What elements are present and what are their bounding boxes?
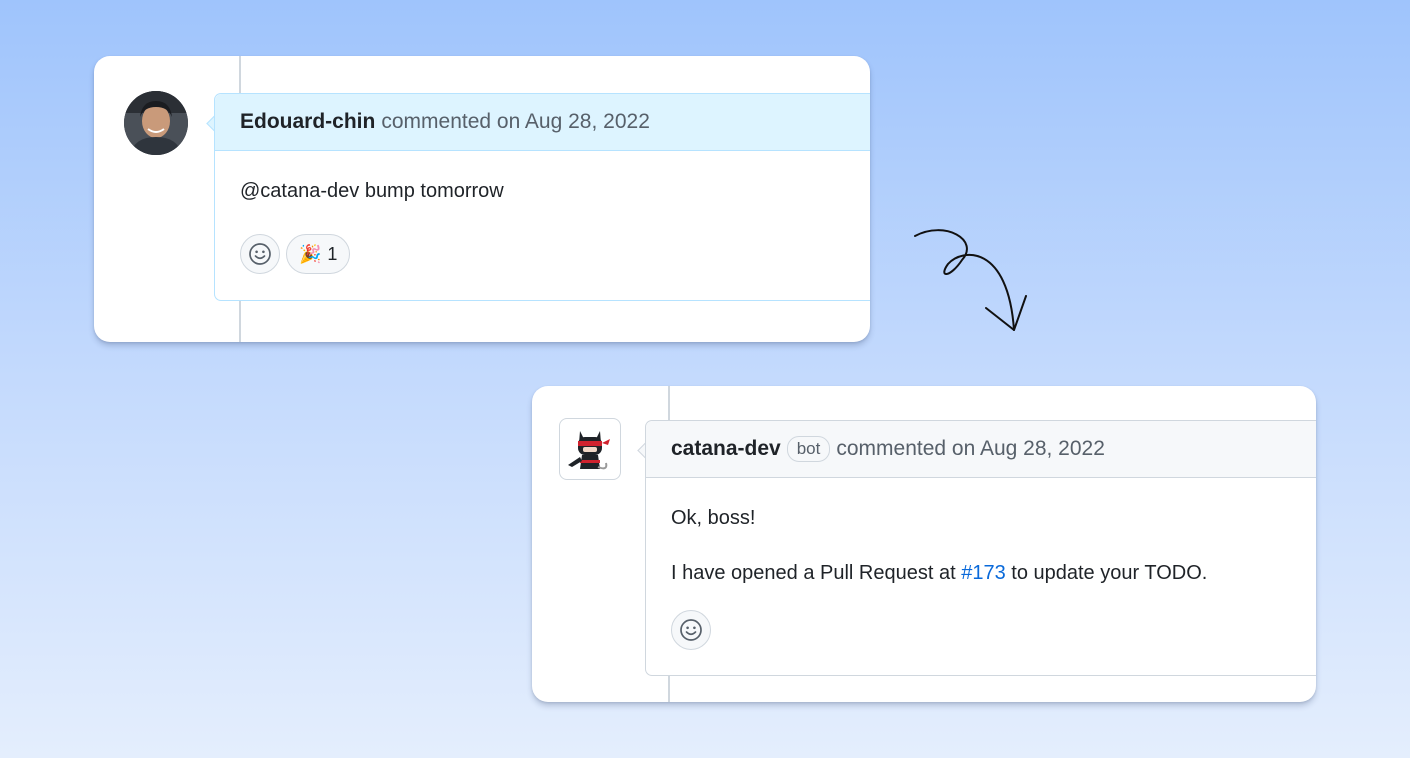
comment-text-line2: I have opened a Pull Request at #173 to … [671, 562, 1291, 585]
pull-request-link[interactable]: #173 [961, 562, 1006, 584]
comment-text-line1: Ok, boss! [671, 507, 756, 529]
comment-header: Edouard-chin commented on Aug 28, 2022 [215, 94, 870, 151]
reactions-bar: 🎉 1 [240, 234, 351, 274]
comment-header: catana-dev bot commented on Aug 28, 2022 [646, 421, 1316, 478]
comment-card-edouard: Edouard-chin commented on Aug 28, 2022 @… [94, 56, 870, 342]
comment-box: catana-dev bot commented on Aug 28, 2022… [645, 420, 1316, 676]
bot-badge: bot [786, 436, 831, 462]
smiley-icon [249, 243, 271, 265]
reaction-count: 1 [327, 243, 338, 264]
comment-text-after-link: to update your TODO. [1005, 562, 1208, 584]
curly-arrow-icon [914, 229, 1027, 331]
smiley-icon [680, 619, 702, 641]
add-reaction-button[interactable] [671, 610, 711, 650]
comment-card-catana: catana-dev bot commented on Aug 28, 2022… [532, 386, 1316, 702]
comment-text: @catana-dev bump tomorrow [240, 180, 504, 202]
avatar-catana-dev[interactable] [559, 418, 621, 480]
comment-timestamp[interactable]: commented on Aug 28, 2022 [836, 437, 1105, 461]
avatar-edouard[interactable] [124, 91, 188, 155]
ninja-cat-icon [568, 431, 610, 470]
author-name[interactable]: Edouard-chin [240, 110, 375, 134]
reactions-bar [671, 610, 711, 650]
comment-text-before-link: I have opened a Pull Request at [671, 562, 962, 584]
comment-box: Edouard-chin commented on Aug 28, 2022 @… [214, 93, 870, 301]
tada-icon: 🎉 [299, 243, 322, 264]
comment-body: Ok, boss! I have opened a Pull Request a… [646, 478, 1316, 585]
comment-body: @catana-dev bump tomorrow [215, 151, 870, 203]
comment-timestamp[interactable]: commented on Aug 28, 2022 [381, 110, 650, 134]
avatar-photo [124, 91, 188, 155]
add-reaction-button[interactable] [240, 234, 280, 274]
reaction-tada-button[interactable]: 🎉 1 [286, 234, 351, 274]
author-name[interactable]: catana-dev [671, 437, 781, 461]
